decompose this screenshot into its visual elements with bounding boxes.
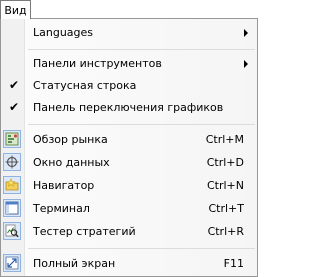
menu-item-data-window[interactable]: Окно данных Ctrl+D	[1, 152, 257, 174]
menu-item-terminal[interactable]: Терминал Ctrl+T	[1, 198, 257, 220]
status-bar-label: Статусная строка	[33, 79, 137, 92]
magnifier-chart-icon	[3, 222, 21, 240]
expand-icon	[3, 254, 21, 272]
toolbars-label: Панели инструментов	[33, 57, 162, 70]
menu-item-strategy-tester[interactable]: Тестер стратегий Ctrl+R	[1, 221, 257, 243]
menu-item-languages[interactable]: Languages	[1, 22, 257, 44]
full-screen-shortcut: F11	[223, 257, 244, 270]
menu-item-full-screen[interactable]: Полный экран F11	[1, 253, 257, 275]
chart-tabs-label: Панель переключения графиков	[33, 101, 224, 114]
menu-item-chart-tabs[interactable]: ✔ Панель переключения графиков	[1, 97, 257, 119]
navigator-label: Навигатор	[33, 179, 95, 192]
separator	[28, 248, 255, 249]
separator	[28, 124, 255, 125]
terminal-label: Терминал	[33, 202, 90, 215]
menu-view[interactable]: Вид	[0, 0, 31, 19]
navigator-shortcut: Ctrl+N	[206, 179, 244, 192]
market-watch-shortcut: Ctrl+M	[205, 133, 244, 146]
strategy-tester-shortcut: Ctrl+R	[207, 225, 244, 238]
submenu-arrow-icon	[244, 60, 248, 68]
terminal-shortcut: Ctrl+T	[208, 202, 244, 215]
strategy-tester-label: Тестер стратегий	[33, 225, 136, 238]
menu-item-navigator[interactable]: Навигатор Ctrl+N	[1, 175, 257, 197]
data-window-label: Окно данных	[33, 156, 110, 169]
market-watch-label: Обзор рынка	[33, 133, 108, 146]
menu-view-label: Вид	[4, 3, 27, 17]
menu-item-market-watch[interactable]: Обзор рынка Ctrl+M	[1, 129, 257, 151]
view-dropdown-menu: Languages Панели инструментов ✔ Статусна…	[0, 18, 258, 277]
check-icon: ✔	[9, 100, 20, 114]
market-watch-icon	[3, 130, 21, 148]
menu-item-status-bar[interactable]: ✔ Статусная строка	[1, 75, 257, 97]
terminal-window-icon	[3, 199, 21, 217]
separator	[28, 49, 255, 50]
submenu-arrow-icon	[244, 29, 248, 37]
full-screen-label: Полный экран	[33, 257, 116, 270]
languages-label: Languages	[33, 26, 94, 39]
folder-star-icon	[3, 176, 21, 194]
check-icon: ✔	[9, 78, 20, 92]
menu-item-toolbars[interactable]: Панели инструментов	[1, 53, 257, 75]
crosshair-icon	[3, 153, 21, 171]
data-window-shortcut: Ctrl+D	[206, 156, 244, 169]
